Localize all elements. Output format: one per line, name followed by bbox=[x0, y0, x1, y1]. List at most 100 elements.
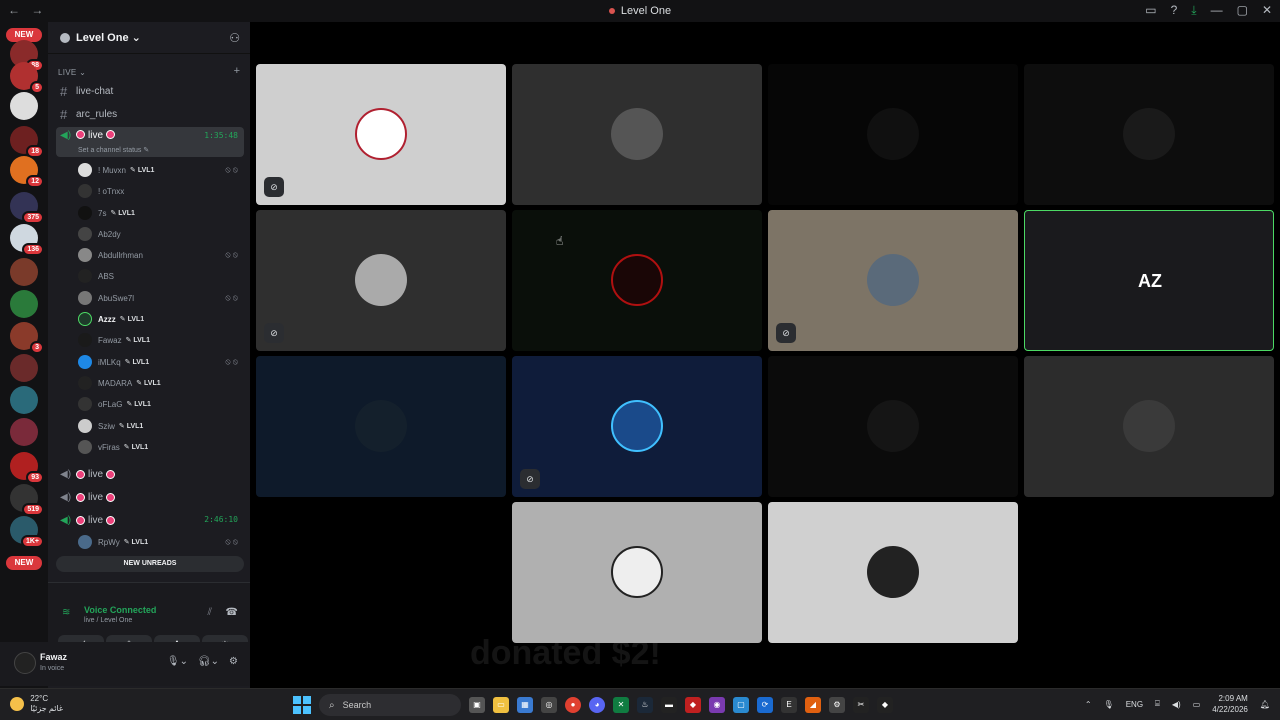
app-icon[interactable]: ▬ bbox=[661, 697, 677, 713]
server-icon[interactable]: 375 bbox=[10, 192, 44, 224]
voice-member[interactable]: MADARA ✎ LVL1 bbox=[78, 373, 242, 393]
voice-channel-link[interactable]: live / Level One bbox=[84, 617, 132, 624]
voice-member[interactable]: ! Muvxn ✎ LVL1 ⦸ ⦸ bbox=[78, 160, 242, 180]
notification-icon[interactable]: 🔔︎ bbox=[1260, 700, 1270, 709]
server-icon[interactable] bbox=[10, 290, 38, 318]
voice-member[interactable]: ABS bbox=[78, 266, 242, 286]
signal-icon[interactable]: ≋ bbox=[62, 607, 70, 618]
voice-member[interactable]: vFiras ✎ LVL1 bbox=[78, 437, 242, 457]
capcut-icon[interactable]: ✂ bbox=[853, 697, 869, 713]
microphone-tray-icon[interactable]: 🎙︎ bbox=[1104, 700, 1114, 709]
server-header[interactable]: Level One ⌄ ⚇ bbox=[48, 22, 250, 54]
server-icon[interactable]: 5 bbox=[10, 62, 44, 94]
app-icon[interactable]: ⟳ bbox=[757, 697, 773, 713]
voice-status[interactable]: Voice Connected bbox=[84, 605, 156, 615]
server-icon[interactable]: 12 bbox=[10, 156, 44, 188]
close-button[interactable]: ✕ bbox=[1262, 3, 1272, 18]
excel-icon[interactable]: ✕ bbox=[613, 697, 629, 713]
server-icon[interactable] bbox=[10, 354, 38, 382]
channel-arc-rules[interactable]: # arc_rules bbox=[56, 104, 244, 124]
microphone-icon[interactable]: 🎙︎⌄ bbox=[167, 656, 188, 667]
discord-icon[interactable]: ◕ bbox=[589, 697, 605, 713]
video-tile[interactable] bbox=[512, 502, 762, 643]
video-tile[interactable]: ⊘ bbox=[768, 210, 1018, 351]
server-icon[interactable]: 519 bbox=[10, 484, 44, 516]
download-icon[interactable]: ⤓ bbox=[1191, 3, 1196, 18]
voice-member[interactable]: Sziw ✎ LVL1 bbox=[78, 416, 242, 436]
voice-channel-live-3[interactable]: ◀) live bbox=[56, 487, 244, 507]
user-name[interactable]: Fawaz bbox=[40, 652, 67, 662]
video-tile[interactable] bbox=[1024, 64, 1274, 205]
server-icon[interactable]: 3 bbox=[10, 322, 44, 354]
help-icon[interactable]: ? bbox=[1171, 3, 1178, 18]
server-icon[interactable]: 93 bbox=[10, 452, 44, 484]
server-icon[interactable]: 136 bbox=[10, 224, 44, 256]
taskbar-search[interactable]: ⌕ Search bbox=[319, 694, 461, 716]
windows-start-icon[interactable] bbox=[293, 696, 311, 714]
voice-member[interactable]: Ab2dy bbox=[78, 224, 242, 244]
server-icon[interactable] bbox=[10, 386, 38, 414]
minimize-button[interactable]: — bbox=[1211, 3, 1223, 18]
network-icon[interactable]: ⌸ bbox=[1155, 699, 1160, 709]
weather-widget[interactable]: 22°C غائم جزئيًا bbox=[10, 694, 63, 714]
server-icon[interactable] bbox=[10, 92, 38, 120]
video-tile[interactable] bbox=[768, 356, 1018, 497]
voice-channel-live-4[interactable]: ◀) live 2:46:10 bbox=[56, 510, 244, 530]
set-status-link[interactable]: Set a channel status ✎ bbox=[78, 146, 149, 154]
voice-member[interactable]: ! oTnxx bbox=[78, 181, 242, 201]
channel-live-chat[interactable]: # live-chat bbox=[56, 81, 244, 101]
add-channel-icon[interactable]: + bbox=[234, 65, 240, 77]
new-unreads-bar[interactable]: NEW UNREADS bbox=[56, 556, 244, 572]
settings-gear-icon[interactable]: ⚙ bbox=[229, 656, 238, 667]
language-indicator[interactable]: ENG bbox=[1126, 700, 1143, 709]
voice-channel-live-2[interactable]: ◀) live bbox=[56, 464, 244, 484]
voice-member[interactable]: Fawaz ✎ LVL1 bbox=[78, 330, 242, 350]
noise-suppression-icon[interactable]: ⫽ bbox=[208, 607, 212, 618]
server-icon[interactable]: 18 bbox=[10, 126, 44, 158]
task-view-icon[interactable]: ▣ bbox=[469, 697, 485, 713]
category-live[interactable]: LIVE ⌄ bbox=[58, 68, 86, 77]
video-tile[interactable] bbox=[768, 64, 1018, 205]
invite-icon[interactable]: ⚇ bbox=[229, 31, 240, 45]
tray-overflow-icon[interactable]: ⌃ bbox=[1085, 700, 1092, 709]
voice-member[interactable]: oFLaG ✎ LVL1 bbox=[78, 394, 242, 414]
video-tile[interactable]: ⊘ bbox=[512, 356, 762, 497]
inbox-icon[interactable]: ▭ bbox=[1145, 3, 1156, 18]
app-icon[interactable]: ◆ bbox=[877, 697, 893, 713]
chrome-icon[interactable]: ● bbox=[565, 697, 581, 713]
server-icon[interactable] bbox=[10, 418, 38, 446]
server-icon[interactable] bbox=[10, 258, 38, 286]
disconnect-icon[interactable]: ☎ bbox=[226, 607, 238, 618]
store-icon[interactable]: ▦ bbox=[517, 697, 533, 713]
video-tile[interactable] bbox=[1024, 356, 1274, 497]
video-tile[interactable] bbox=[512, 64, 762, 205]
app-icon[interactable]: ◆ bbox=[685, 697, 701, 713]
user-avatar[interactable] bbox=[14, 652, 36, 674]
app-icon[interactable]: ◉ bbox=[709, 697, 725, 713]
maximize-button[interactable]: ▢ bbox=[1237, 3, 1248, 18]
server-icon[interactable]: 1K+ bbox=[10, 516, 44, 548]
voice-member[interactable]: Abdullrhman ⦸ ⦸ bbox=[78, 245, 242, 265]
video-tile[interactable]: ⊘ bbox=[256, 64, 506, 205]
headphones-icon[interactable]: 🎧︎⌄ bbox=[198, 656, 219, 667]
file-explorer-icon[interactable]: ▭ bbox=[493, 697, 509, 713]
video-tile[interactable] bbox=[256, 356, 506, 497]
video-tile[interactable] bbox=[512, 210, 762, 351]
steam-icon[interactable]: ♨ bbox=[637, 697, 653, 713]
voice-member[interactable]: 7s ✎ LVL1 bbox=[78, 203, 242, 223]
app-icon[interactable]: ◎ bbox=[541, 697, 557, 713]
voice-member[interactable]: Azzz ✎ LVL1 bbox=[78, 309, 242, 329]
voice-member[interactable]: iMLKq ✎ LVL1 ⦸ ⦸ bbox=[78, 352, 242, 372]
voice-member[interactable]: AbuSwe7l ⦸ ⦸ bbox=[78, 288, 242, 308]
video-tile[interactable] bbox=[768, 502, 1018, 643]
app-icon[interactable]: ◢ bbox=[805, 697, 821, 713]
volume-icon[interactable]: ◀) bbox=[1172, 700, 1181, 709]
voice-member[interactable]: RpWy ✎ LVL1 ⦸ ⦸ bbox=[78, 532, 242, 552]
battery-icon[interactable]: ▭ bbox=[1193, 700, 1201, 709]
epic-games-icon[interactable]: E bbox=[781, 697, 797, 713]
video-tile-speaking[interactable]: AZ bbox=[1024, 210, 1274, 351]
app-icon[interactable]: ⚙ bbox=[829, 697, 845, 713]
clock[interactable]: 2:09 AM 4/22/2026 bbox=[1212, 693, 1248, 715]
video-tile[interactable]: ⊘ bbox=[256, 210, 506, 351]
app-icon[interactable]: ▢ bbox=[733, 697, 749, 713]
